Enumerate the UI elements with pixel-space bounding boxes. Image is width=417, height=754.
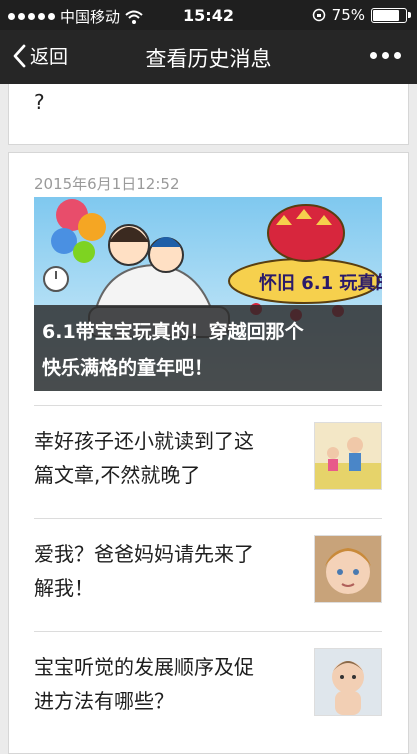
more-options-button[interactable] (370, 52, 401, 59)
article-thumbnail (314, 535, 382, 603)
article-title-line2: 进方法有哪些？ (34, 689, 174, 713)
thumbnail-image (315, 536, 381, 602)
article-title-line1: 幸好孩子还小就读到了这 (34, 429, 254, 453)
nav-bar: 返回 查看历史消息 (0, 30, 417, 84)
previous-message-card[interactable]: ? (8, 84, 409, 145)
battery-fill (373, 9, 399, 21)
message-card: 2015年6月1日12:52 怀旧 6.1 玩真的 6.1带宝宝玩真的！穿越回那… (8, 152, 409, 754)
status-bar: 中国移动 15:42 75% (0, 0, 417, 30)
article-thumbnail (314, 422, 382, 490)
article-title: 爱我？爸爸妈妈请先来了 解我！ (34, 537, 294, 605)
article-title-line2: 篇文章,不然就晚了 (34, 463, 201, 487)
previous-message-text: ? (34, 90, 45, 114)
battery-percent: 75% (331, 6, 365, 24)
article-title-line1: 爱我？爸爸妈妈请先来了 (34, 542, 254, 566)
more-dot (394, 52, 401, 59)
message-date: 2015年6月1日12:52 (34, 175, 180, 193)
more-dot (370, 52, 377, 59)
thumbnail-image (315, 423, 381, 489)
article-list-item[interactable]: 爱我？爸爸妈妈请先来了 解我！ (34, 518, 382, 631)
banner-caption-line2: 快乐满格的童年吧！ (42, 357, 214, 379)
article-title: 幸好孩子还小就读到了这 篇文章,不然就晚了 (34, 424, 294, 492)
status-right: 75% (312, 6, 411, 24)
banner-caption: 6.1带宝宝玩真的！穿越回那个 快乐满格的童年吧！ (34, 305, 382, 391)
rotation-lock-icon (312, 8, 325, 22)
article-title: 宝宝听觉的发展顺序及促 进方法有哪些？ (34, 650, 294, 718)
article-title-line2: 解我！ (34, 576, 94, 600)
banner-article[interactable]: 怀旧 6.1 玩真的 6.1带宝宝玩真的！穿越回那个 快乐满格的童年吧！ (34, 197, 382, 391)
more-dot (382, 52, 389, 59)
battery-icon (371, 7, 411, 23)
article-list-item[interactable]: 宝宝听觉的发展顺序及促 进方法有哪些？ (34, 631, 382, 744)
article-list-item[interactable]: 幸好孩子还小就读到了这 篇文章,不然就晚了 (34, 405, 382, 518)
article-title-line1: 宝宝听觉的发展顺序及促 (34, 655, 254, 679)
thumbnail-image (315, 649, 381, 715)
banner-title-text: 怀旧 6.1 玩真的 (259, 272, 382, 294)
page-title: 查看历史消息 (145, 47, 272, 71)
article-thumbnail (314, 648, 382, 716)
banner-caption-line1: 6.1带宝宝玩真的！穿越回那个 (42, 321, 304, 343)
